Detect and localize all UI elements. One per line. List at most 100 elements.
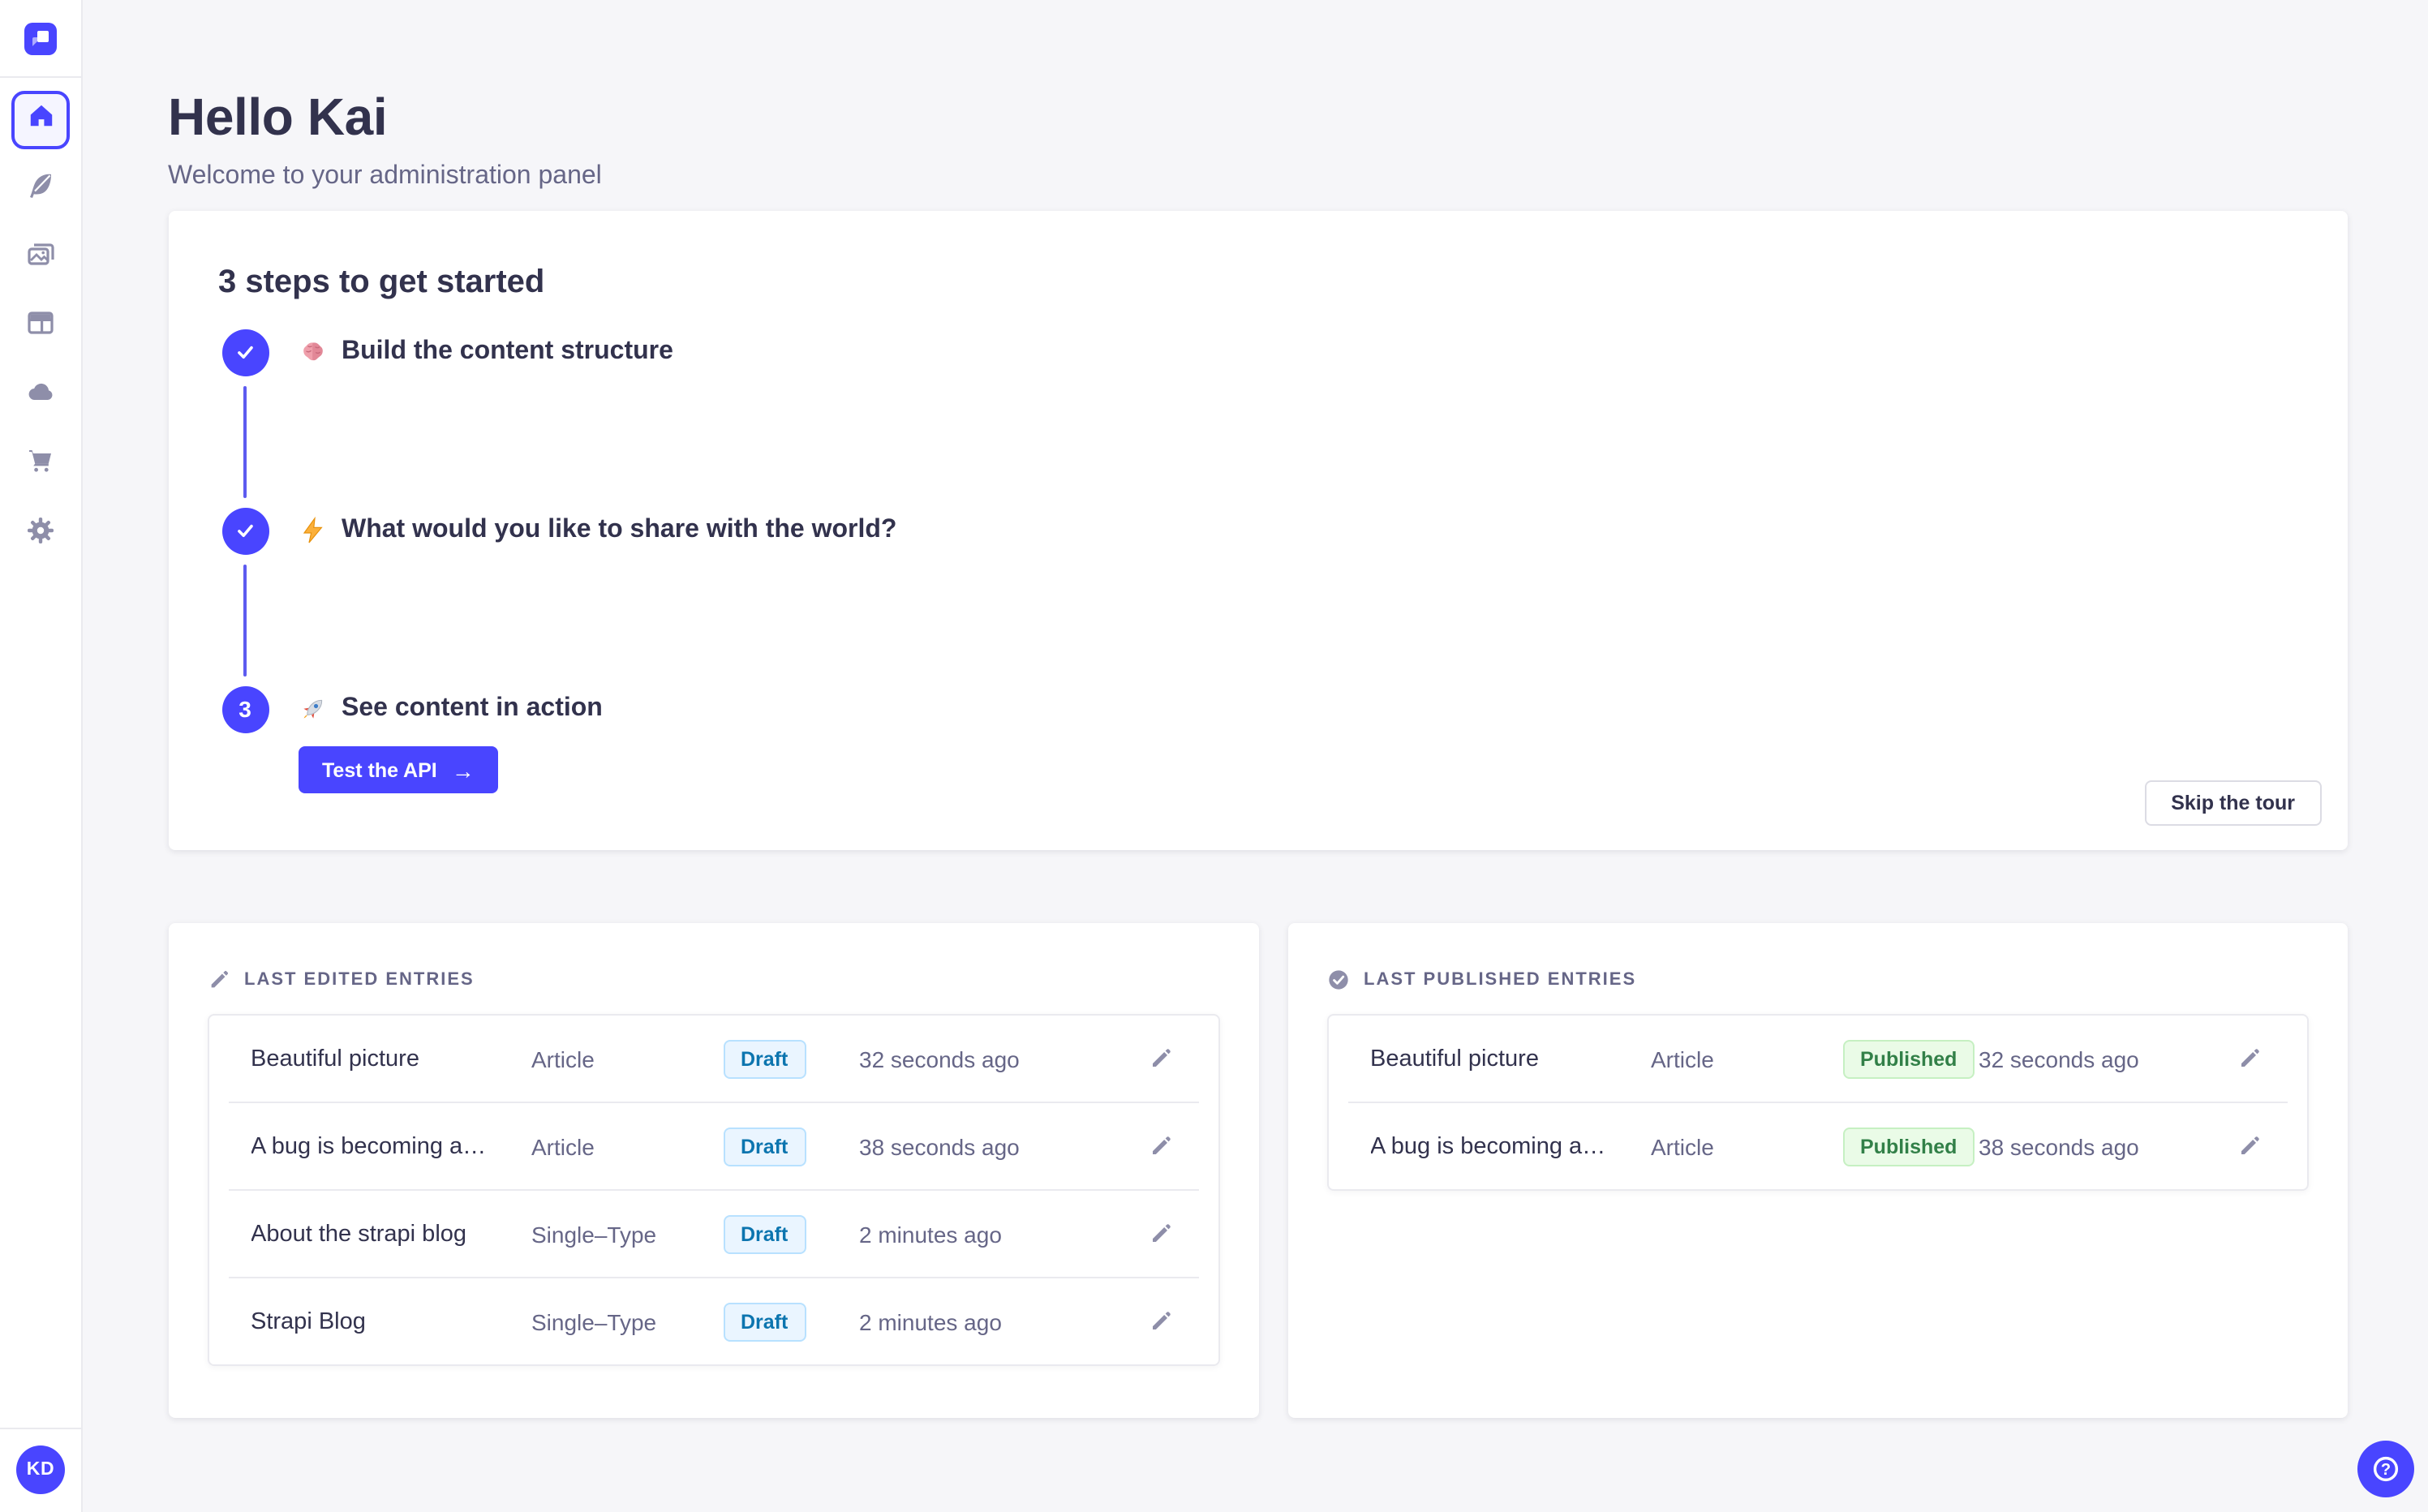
sidebar-divider xyxy=(0,1428,81,1429)
entry-type: Article xyxy=(531,1046,595,1072)
lightning-emoji xyxy=(302,516,322,543)
sidebar-item-media-library[interactable] xyxy=(11,229,70,287)
step-connector-1 xyxy=(243,385,247,497)
images-icon xyxy=(26,239,55,277)
edit-entry-button[interactable] xyxy=(1145,1218,1175,1249)
pencil-icon xyxy=(1152,1136,1170,1154)
entry-time: 32 seconds ago xyxy=(1979,1046,2139,1072)
onboarding-title: 3 steps to get started xyxy=(218,264,545,300)
edit-entry-button[interactable] xyxy=(1145,1131,1175,1162)
entry-type: Article xyxy=(531,1133,595,1159)
onboarding-card: 3 steps to get started Build the content… xyxy=(168,211,2347,850)
edit-entry-button[interactable] xyxy=(1145,1306,1175,1337)
status-badge: Draft xyxy=(723,1039,806,1078)
entry-row: Strapi Blog Single–Type Draft 2 minutes … xyxy=(208,1278,1218,1364)
question-mark-icon: ? xyxy=(2372,1455,2398,1481)
pencil-icon xyxy=(2241,1136,2258,1154)
step-3-number: 3 xyxy=(239,696,251,722)
step-2-check-circle xyxy=(221,507,269,554)
entry-time: 2 minutes ago xyxy=(859,1221,1002,1247)
test-api-label: Test the API xyxy=(322,758,437,781)
pencil-icon xyxy=(210,971,227,988)
help-button[interactable]: ? xyxy=(2357,1440,2413,1497)
entry-type: Single–Type xyxy=(531,1221,657,1247)
edit-entry-button[interactable] xyxy=(2233,1043,2264,1074)
pencil-icon xyxy=(1152,1049,1170,1067)
sidebar-item-content-manager[interactable] xyxy=(11,160,70,218)
sidebar-item-content-type-builder[interactable] xyxy=(11,298,70,356)
rocket-emoji xyxy=(303,699,322,719)
step-3-label[interactable]: See content in action xyxy=(298,685,603,732)
step-3-number-circle: 3 xyxy=(221,685,269,732)
last-published-panel: LAST PUBLISHED ENTRIES Beautiful picture… xyxy=(1287,923,2347,1418)
app-window: KD Hello Kai Welcome to your administrat… xyxy=(0,0,2428,1512)
sidebar-item-home[interactable] xyxy=(11,91,70,149)
last-edited-header: LAST EDITED ENTRIES xyxy=(207,969,1219,991)
cart-icon xyxy=(26,446,55,483)
entry-time: 2 minutes ago xyxy=(859,1308,1002,1334)
entry-time: 38 seconds ago xyxy=(1979,1133,2139,1159)
entry-row: About the strapi blog Single–Type Draft … xyxy=(208,1191,1218,1277)
step-1-text: Build the content structure xyxy=(342,337,673,365)
status-badge: Draft xyxy=(723,1127,806,1166)
entry-title: Beautiful picture xyxy=(1370,1046,1539,1072)
page-header: Hello Kai Welcome to your administration… xyxy=(168,88,602,191)
sidebar-item-marketplace[interactable] xyxy=(11,436,70,494)
layout-icon xyxy=(26,308,55,346)
entry-type: Article xyxy=(1651,1133,1714,1159)
edit-entry-button[interactable] xyxy=(2233,1131,2264,1162)
pencil-icon xyxy=(1152,1312,1170,1329)
check-circle-icon xyxy=(1328,970,1347,990)
entry-time: 32 seconds ago xyxy=(859,1046,1020,1072)
page-title: Hello Kai xyxy=(168,88,388,146)
status-badge: Published xyxy=(1842,1127,1975,1166)
strapi-logo[interactable] xyxy=(24,22,57,54)
last-published-table: Beautiful picture Article Published 32 s… xyxy=(1326,1014,2308,1191)
step-3-text: See content in action xyxy=(342,694,603,722)
last-edited-title: LAST EDITED ENTRIES xyxy=(244,970,475,990)
step-2-text: What would you like to share with the wo… xyxy=(342,516,897,543)
entry-title: A bug is becoming a… xyxy=(1370,1133,1606,1159)
page-subtitle: Welcome to your administration panel xyxy=(168,162,602,190)
arrow-right-icon: → xyxy=(451,757,475,783)
entry-row: Beautiful picture Article Draft 32 secon… xyxy=(208,1016,1218,1102)
status-badge: Draft xyxy=(723,1302,806,1341)
cloud-icon xyxy=(25,376,56,415)
status-badge: Draft xyxy=(723,1214,806,1253)
pencil-icon xyxy=(2241,1049,2258,1067)
entry-title: Beautiful picture xyxy=(251,1046,419,1072)
sidebar-item-settings[interactable] xyxy=(11,505,70,563)
edit-entry-button[interactable] xyxy=(1145,1043,1175,1074)
user-avatar[interactable]: KD xyxy=(16,1445,65,1494)
svg-text:?: ? xyxy=(2380,1460,2390,1478)
entry-title: Strapi Blog xyxy=(251,1308,366,1334)
sidebar-item-cloud[interactable] xyxy=(11,367,70,425)
home-icon xyxy=(27,102,54,138)
entry-type: Article xyxy=(1651,1046,1714,1072)
step-1-check-circle xyxy=(221,329,269,376)
logo-section xyxy=(0,0,81,78)
entry-time: 38 seconds ago xyxy=(859,1133,1020,1159)
entry-row: A bug is becoming a… Article Draft 38 se… xyxy=(208,1103,1218,1189)
skip-tour-button[interactable]: Skip the tour xyxy=(2145,780,2321,826)
entry-row: Beautiful picture Article Published 32 s… xyxy=(1328,1016,2306,1102)
gear-icon xyxy=(26,515,55,552)
sidebar: KD xyxy=(0,0,83,1512)
step-connector-2 xyxy=(243,564,247,676)
brain-emoji xyxy=(303,342,322,361)
feather-icon xyxy=(26,170,55,208)
entry-row: A bug is becoming a… Article Published 3… xyxy=(1328,1103,2306,1189)
entry-title: About the strapi blog xyxy=(251,1221,467,1247)
entry-type: Single–Type xyxy=(531,1308,657,1334)
last-published-header: LAST PUBLISHED ENTRIES xyxy=(1326,969,2308,991)
last-published-title: LAST PUBLISHED ENTRIES xyxy=(1364,970,1637,990)
last-edited-table: Beautiful picture Article Draft 32 secon… xyxy=(207,1014,1219,1366)
pencil-icon xyxy=(1152,1224,1170,1242)
status-badge: Published xyxy=(1842,1039,1975,1078)
strapi-logo-mark-shadow xyxy=(32,37,42,46)
entry-title: A bug is becoming a… xyxy=(251,1133,487,1159)
step-2-label[interactable]: What would you like to share with the wo… xyxy=(298,507,896,554)
last-edited-panel: LAST EDITED ENTRIES Beautiful picture Ar… xyxy=(168,923,1258,1418)
test-api-button[interactable]: Test the API → xyxy=(298,746,499,793)
step-1-label[interactable]: Build the content structure xyxy=(298,329,673,376)
